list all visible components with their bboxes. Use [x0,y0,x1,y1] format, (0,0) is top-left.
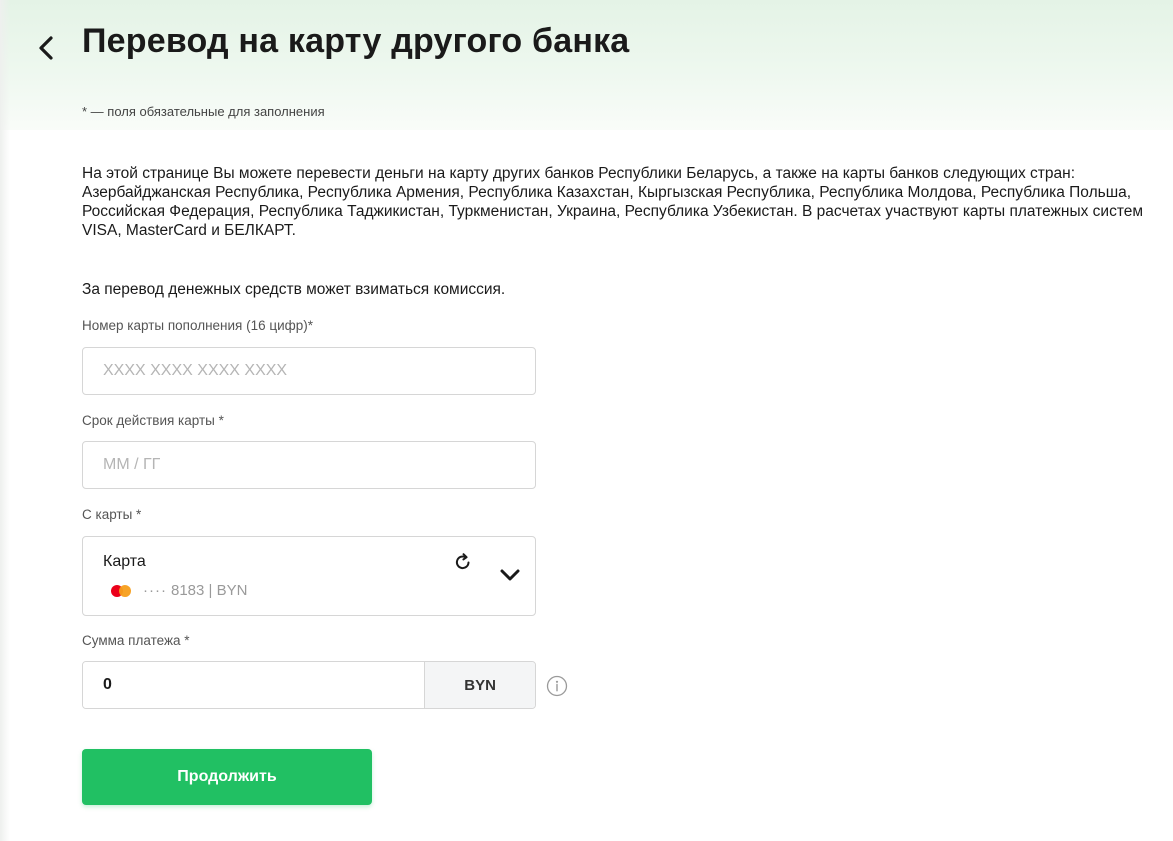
expiry-label: Срок действия карты * [82,413,224,428]
card-number-field-box [82,347,536,395]
refresh-icon[interactable] [453,552,473,572]
card-masked-dots: ···· [143,582,167,599]
card-name: Карта [103,553,146,570]
chevron-left-icon [39,36,53,60]
card-number-label: Номер карты пополнения (16 цифр)* [82,318,314,333]
amount-label: Сумма платежа * [82,633,190,648]
from-card-select[interactable]: Карта ···· 8183 | BYN [82,536,536,616]
info-icon[interactable] [546,675,568,697]
mastercard-icon [111,584,133,597]
transfer-description: На этой странице Вы можете перевести ден… [82,165,1144,239]
left-edge-shadow [0,0,10,841]
chevron-down-icon[interactable] [499,567,521,583]
back-button[interactable] [30,28,62,68]
amount-field-group: BYN [82,661,536,709]
continue-button[interactable]: Продолжить [82,749,372,805]
page-title: Перевод на карту другого банка [82,22,630,60]
card-details: ···· 8183 | BYN [111,582,247,599]
expiry-input[interactable] [83,442,523,488]
amount-input[interactable] [83,662,425,708]
card-number-input[interactable] [83,348,523,394]
required-fields-note: * — поля обязательные для заполнения [82,104,325,119]
from-card-label: С карты * [82,507,142,522]
currency-selector[interactable]: BYN [424,662,535,708]
expiry-field-box [82,441,536,489]
commission-note: За перевод денежных средств может взимат… [82,281,506,298]
page: Перевод на карту другого банка * — поля … [0,0,1173,841]
card-number-suffix: 8183 | BYN [170,582,248,599]
